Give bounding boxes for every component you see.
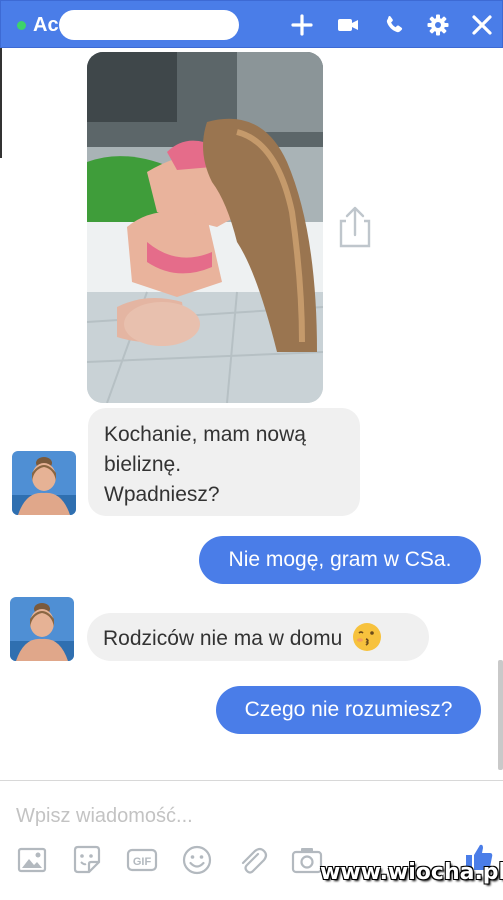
gif-icon[interactable]: GIF: [125, 843, 159, 877]
image-message[interactable]: [87, 52, 323, 403]
plus-icon[interactable]: [289, 12, 315, 38]
share-icon[interactable]: [336, 205, 374, 249]
contact-avatar[interactable]: [12, 451, 76, 515]
contact-avatar[interactable]: [10, 597, 74, 661]
watermark: www.wiocha.pl: [320, 860, 503, 885]
emoji-icon[interactable]: [180, 843, 214, 877]
message-input[interactable]: [14, 800, 458, 832]
incoming-message: Kochanie, mam nową bieliznę. Wpadniesz?: [88, 408, 360, 516]
image-icon[interactable]: [15, 843, 49, 877]
outgoing-message: Nie mogę, gram w CSa.: [199, 536, 481, 584]
window-edge: [0, 48, 2, 158]
contact-name[interactable]: Ac: [33, 13, 59, 37]
name-redaction: [59, 10, 239, 40]
sticker-icon[interactable]: [70, 843, 104, 877]
incoming-message: Rodziców nie ma w domu: [87, 613, 429, 661]
attachment-icon[interactable]: [235, 843, 269, 877]
scrollbar[interactable]: [498, 660, 503, 770]
message-text: Rodziców nie ma w domu: [103, 627, 343, 650]
composer-divider: [0, 780, 503, 781]
gear-icon[interactable]: [425, 12, 451, 38]
chat-header: Ac: [0, 0, 503, 48]
phone-icon[interactable]: [381, 12, 407, 38]
close-icon[interactable]: [469, 12, 495, 38]
online-status-dot: [17, 21, 26, 30]
video-camera-icon[interactable]: [335, 12, 361, 38]
gif-label: GIF: [133, 856, 152, 868]
kissing-face-emoji: [353, 623, 382, 651]
camera-icon[interactable]: [290, 843, 324, 877]
outgoing-message: Czego nie rozumiesz?: [216, 686, 481, 734]
